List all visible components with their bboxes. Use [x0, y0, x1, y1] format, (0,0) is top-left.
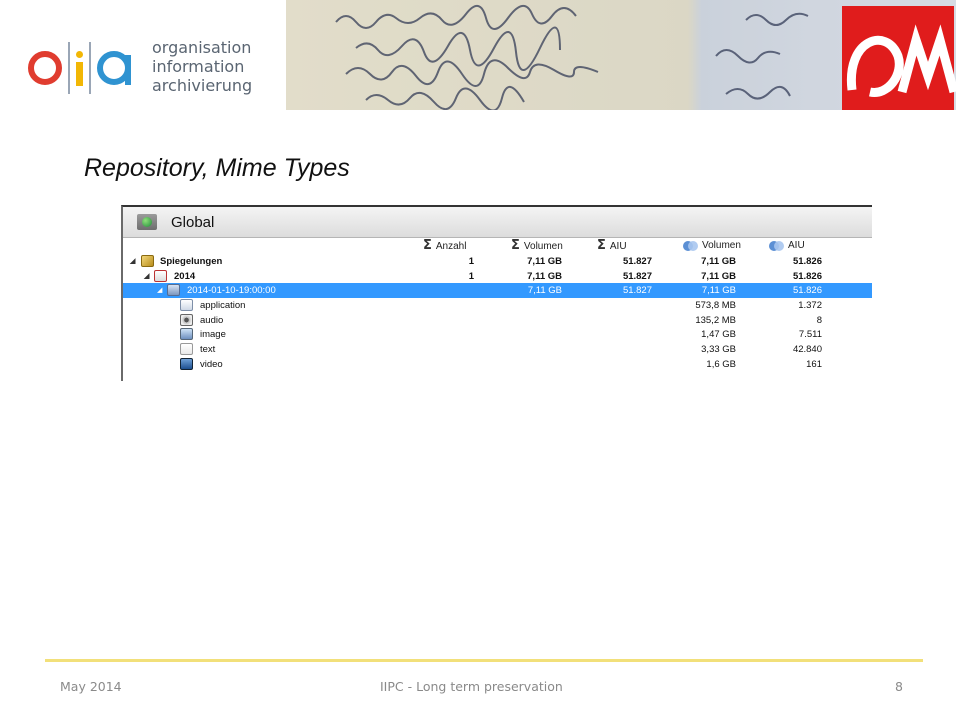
cell-volumen-intersect: 1,6 GB	[706, 358, 736, 370]
video-icon	[180, 357, 193, 370]
column-label: Anzahl	[435, 240, 467, 252]
cell-aiu-total: 51.827	[622, 270, 652, 282]
oia-logo: organisation information archivierung	[28, 34, 268, 106]
cell-volumen-intersect: 573,8 MB	[695, 300, 736, 312]
footer-divider	[45, 659, 923, 662]
cell-volumen-intersect: 7,11 GB	[701, 285, 736, 297]
tree-row-audio[interactable]: audio 135,2 MB 8	[123, 313, 872, 328]
expand-arrow-icon[interactable]: ◢	[144, 272, 149, 280]
sigma-icon: Σ	[597, 238, 606, 253]
cell-aiu-intersect: 7.511	[798, 329, 822, 341]
cell-volumen-intersect: 1,47 GB	[701, 329, 736, 341]
cell-anzahl: 1	[468, 270, 474, 282]
tree-row-label: 2014-01-10-19:00:00	[187, 285, 276, 297]
cell-volumen-total: 7,11 GB	[527, 270, 562, 282]
audio-icon	[180, 313, 193, 326]
cell-anzahl: 1	[468, 256, 474, 267]
logo-wordmark: organisation information archivierung	[152, 38, 252, 95]
logo-o-glyph	[28, 51, 62, 85]
cell-aiu-intersect: 161	[806, 358, 822, 370]
footer-title: IIPC - Long term preservation	[380, 679, 563, 694]
cell-aiu-intersect: 8	[816, 314, 822, 326]
tree-row-label: image	[200, 329, 226, 341]
cell-aiu-intersect: 51.826	[792, 256, 822, 267]
cell-volumen-intersect: 7,11 GB	[701, 270, 736, 282]
repository-tree-panel: Global Σ Anzahl Σ Volumen Σ AIU Volumen …	[121, 205, 872, 381]
cell-aiu-total: 51.827	[622, 256, 652, 267]
database-icon	[167, 284, 180, 297]
column-header-aiu-intersect[interactable]: AIU	[769, 240, 805, 251]
cell-volumen-total: 7,11 GB	[527, 256, 562, 267]
column-header-row: Σ Anzahl Σ Volumen Σ AIU Volumen AIU	[123, 238, 872, 254]
cell-aiu-intersect: 1.372	[798, 300, 822, 312]
tree-row-spiegelungen[interactable]: ◢ Spiegelungen 1 7,11 GB 51.827 7,11 GB …	[123, 254, 872, 269]
logo-line: information	[152, 57, 245, 76]
logo-divider	[68, 42, 70, 94]
tree-row-label: text	[200, 344, 216, 356]
logo-line: organisation	[152, 38, 252, 57]
text-icon	[180, 343, 193, 356]
cell-volumen-intersect: 7,11 GB	[701, 256, 736, 267]
footer-date: May 2014	[60, 679, 122, 694]
calendar-icon	[154, 269, 167, 282]
logo-i-glyph	[76, 50, 83, 86]
cell-volumen-intersect: 135,2 MB	[695, 314, 736, 326]
oia-logo-mark	[28, 42, 131, 94]
tree-row-label: application	[200, 300, 246, 312]
cell-aiu-total: 51.827	[622, 285, 652, 297]
panel-title: Global	[171, 213, 215, 231]
tree-row-snapshot[interactable]: ◢ 2014-01-10-19:00:00 7,11 GB 51.827 7,1…	[123, 283, 872, 299]
intersect-icon	[683, 240, 698, 251]
tree-row-video[interactable]: video 1,6 GB 161	[123, 357, 872, 372]
tree-row-application[interactable]: application 573,8 MB 1.372	[123, 298, 872, 313]
logo-a-glyph	[97, 51, 131, 85]
tree-row-label: Spiegelungen	[160, 256, 223, 267]
image-icon	[180, 328, 193, 341]
column-header-volumen-intersect[interactable]: Volumen	[683, 240, 741, 251]
tree-row-image[interactable]: image 1,47 GB 7.511	[123, 327, 872, 342]
tree-row-2014[interactable]: ◢ 2014 1 7,11 GB 51.827 7,11 GB 51.826	[123, 269, 872, 284]
tree-row-label: video	[200, 358, 223, 370]
tree-row-text[interactable]: text 3,33 GB 42.840	[123, 342, 872, 357]
expand-arrow-icon[interactable]: ◢	[130, 257, 135, 265]
column-label: Volumen	[702, 240, 741, 251]
sigma-icon: Σ	[423, 238, 432, 253]
expand-arrow-icon[interactable]: ◢	[157, 286, 162, 294]
banner-image	[286, 0, 956, 110]
globe-icon	[137, 214, 157, 230]
cell-aiu-intersect: 51.826	[792, 285, 822, 297]
cell-aiu-intersect: 42.840	[792, 344, 822, 356]
cell-volumen-intersect: 3,33 GB	[701, 344, 736, 356]
column-header-anzahl[interactable]: Σ Anzahl	[423, 238, 467, 253]
tree-row-label: audio	[200, 314, 224, 326]
panel-header: Global	[123, 207, 872, 238]
page-number: 8	[895, 679, 903, 694]
cell-volumen-total: 7,11 GB	[527, 285, 562, 297]
column-header-volumen-total[interactable]: Σ Volumen	[511, 238, 563, 253]
intersect-icon	[769, 240, 784, 251]
handwriting-banner	[286, 0, 956, 110]
cell-aiu-intersect: 51.826	[792, 270, 822, 282]
slide-title: Repository, Mime Types	[84, 154, 350, 182]
sigma-icon: Σ	[511, 238, 520, 253]
logo-line: archivierung	[152, 76, 253, 95]
column-label: AIU	[788, 240, 805, 251]
column-header-aiu-total[interactable]: Σ AIU	[597, 238, 627, 253]
tree-row-label: 2014	[174, 270, 196, 282]
column-label: Volumen	[523, 240, 563, 252]
cube-icon	[141, 255, 154, 267]
logo-divider	[89, 42, 91, 94]
column-label: AIU	[609, 240, 627, 252]
application-icon	[180, 299, 193, 312]
